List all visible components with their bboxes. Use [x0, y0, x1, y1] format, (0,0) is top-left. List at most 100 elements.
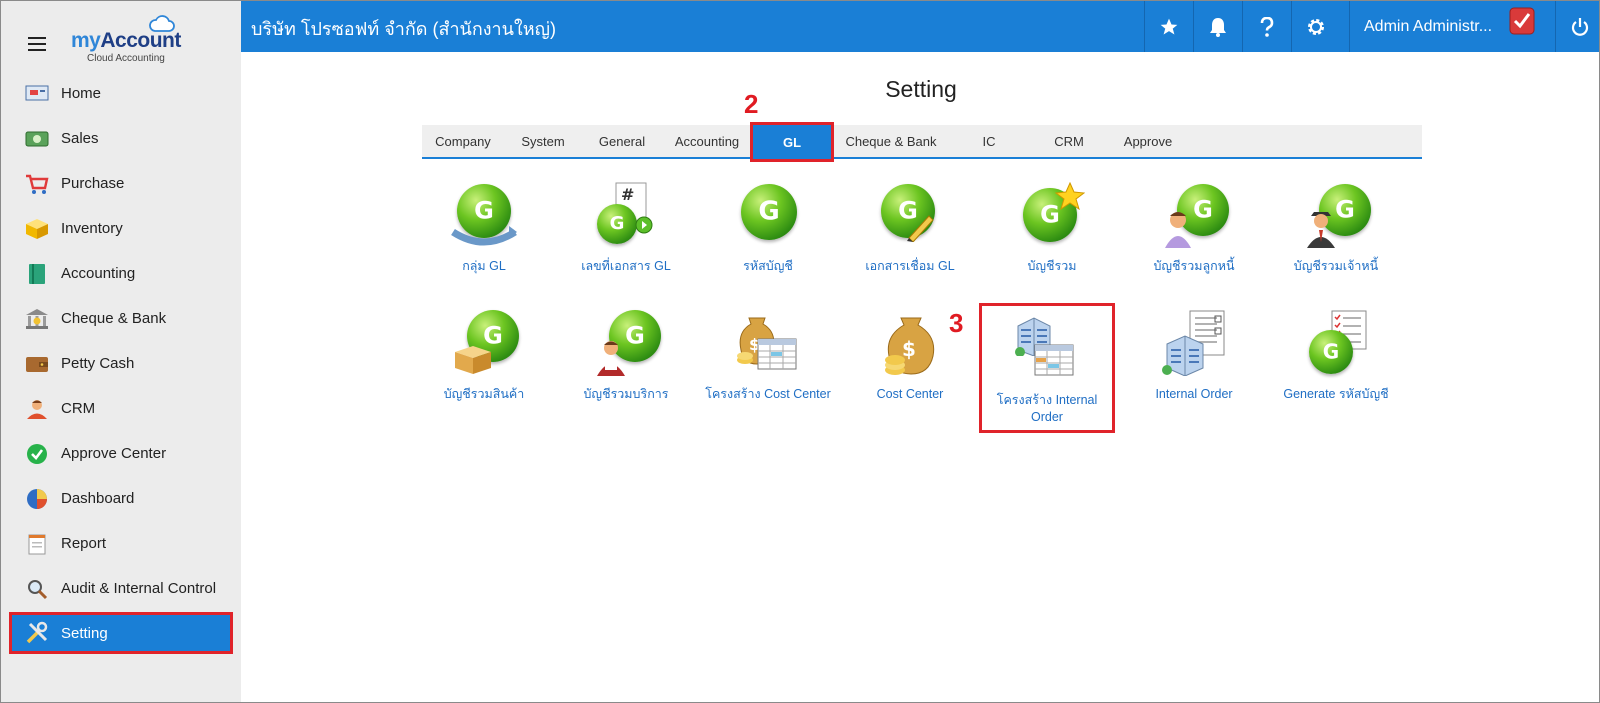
tab-cheque-bank[interactable]: Cheque & Bank [832, 125, 950, 157]
sidebar-item-label: Petty Cash [61, 355, 135, 372]
gl-doc-number-icon: # G [591, 182, 661, 252]
tile-label: เลขที่เอกสาร GL [581, 259, 671, 273]
app-window: myAccount Cloud Accounting Home Sales Pu… [0, 0, 1600, 703]
sidebar-item-label: Inventory [61, 220, 123, 237]
sidebar-item-crm[interactable]: CRM [1, 386, 241, 431]
book-icon [25, 262, 49, 286]
tile-label: รหัสบัญชี [743, 259, 793, 273]
sidebar-item-label: Purchase [61, 175, 125, 192]
tile-ap-control-account[interactable]: G บัญชีรวมเจ้าหนี้ [1271, 182, 1401, 275]
svg-text:$: $ [902, 337, 916, 361]
inventory-control-account-icon: G [449, 310, 519, 380]
tile-gl-link-doc[interactable]: G เอกสารเชื่อม GL [845, 182, 975, 275]
step-2-marker: 2 [744, 89, 759, 119]
tab-approve[interactable]: Approve [1110, 125, 1186, 157]
sidebar-item-cheque-bank[interactable]: Cheque & Bank [1, 296, 241, 341]
cost-center-icon: $ [875, 310, 945, 380]
tile-label: Internal Order [1155, 387, 1233, 401]
generate-account-code-icon: G [1301, 310, 1371, 380]
check-circle-icon [25, 442, 49, 466]
tab-general[interactable]: General [582, 125, 662, 157]
tile-label: Generate รหัสบัญชี [1283, 387, 1389, 401]
hamburger-menu-icon[interactable] [28, 37, 46, 51]
cost-center-structure-icon: $ [733, 310, 803, 380]
gl-group-icon: G [449, 182, 519, 252]
app-logo[interactable]: myAccount Cloud Accounting [71, 15, 191, 65]
tab-accounting[interactable]: Accounting [662, 125, 752, 157]
money-icon [25, 127, 49, 151]
power-icon [1571, 17, 1588, 36]
sidebar-item-label: Accounting [61, 265, 136, 282]
sidebar-item-label: Report [61, 535, 107, 552]
bank-icon [25, 307, 49, 331]
tile-label: บัญชีรวมบริการ [583, 387, 669, 401]
tools-icon [25, 621, 49, 645]
brand-my: my [71, 29, 101, 52]
tile-cost-center-structure[interactable]: $ โครงสร้าง Cost Center [703, 310, 833, 403]
tile-gl-group[interactable]: G กลุ่ม GL [419, 182, 549, 275]
report-icon [25, 532, 49, 556]
internal-order-structure-icon [1012, 316, 1082, 386]
sidebar-item-label: Audit & Internal Control [61, 580, 217, 597]
sidebar-item-audit[interactable]: Audit & Internal Control [1, 566, 241, 611]
help-button[interactable] [1242, 1, 1291, 52]
account-code-icon: G [733, 182, 803, 252]
svg-text:#: # [621, 185, 634, 204]
gear-icon [1307, 18, 1325, 35]
tile-account-code[interactable]: G รหัสบัญชี [703, 182, 833, 275]
notifications-button[interactable] [1193, 1, 1242, 52]
wallet-icon [25, 352, 49, 376]
sidebar-item-approve-center[interactable]: Approve Center [1, 431, 241, 476]
tab-ic[interactable]: IC [950, 125, 1028, 157]
tile-gl-doc-number[interactable]: # G เลขที่เอกสาร GL [561, 182, 691, 275]
tile-ar-control-account[interactable]: G บัญชีรวมลูกหนี้ [1129, 182, 1259, 275]
page-title: Setting [885, 76, 957, 102]
tile-internal-order-structure[interactable]: โครงสร้าง Internal Order [979, 303, 1115, 433]
pie-chart-icon [25, 487, 49, 511]
tile-control-account[interactable]: G บัญชีรวม [987, 182, 1117, 275]
box-icon [25, 217, 49, 241]
sidebar-item-label: Dashboard [61, 490, 135, 507]
sidebar-nav: Home Sales Purchase Inventory Accounting… [1, 71, 241, 654]
tile-service-control-account[interactable]: G บัญชีรวมบริการ [561, 310, 691, 403]
sidebar-item-purchase[interactable]: Purchase [1, 161, 241, 206]
tile-label: กลุ่ม GL [462, 259, 506, 273]
favorites-button[interactable] [1144, 1, 1193, 52]
magnifier-icon [25, 577, 49, 601]
tile-internal-order[interactable]: Internal Order [1129, 310, 1259, 403]
sidebar-item-label: Approve Center [61, 445, 167, 462]
control-account-icon: G [1017, 182, 1087, 252]
sidebar-item-setting[interactable]: Setting [9, 612, 233, 654]
gl-link-doc-icon: G [875, 182, 945, 252]
tile-label: บัญชีรวมลูกหนี้ [1153, 259, 1235, 273]
brand-account: Account [100, 29, 181, 52]
sidebar-item-inventory[interactable]: Inventory [1, 206, 241, 251]
company-name[interactable]: บริษัท โปรซอฟท์ จำกัด (สำนักงานใหญ่) [251, 14, 556, 43]
main-content: Setting 2 Company System General Account… [241, 52, 1599, 702]
sidebar-item-home[interactable]: Home [1, 71, 241, 116]
sidebar-item-label: Sales [61, 130, 99, 147]
sidebar-item-report[interactable]: Report [1, 521, 241, 566]
tab-company[interactable]: Company [422, 125, 504, 157]
sidebar-item-dashboard[interactable]: Dashboard [1, 476, 241, 521]
settings-button[interactable] [1291, 1, 1340, 52]
shield-check-icon[interactable] [1509, 6, 1535, 36]
top-bar: บริษัท โปรซอฟท์ จำกัด (สำนักงานใหญ่) Adm… [241, 1, 1599, 52]
sidebar-item-label: Home [61, 85, 102, 102]
sidebar-item-petty-cash[interactable]: Petty Cash [1, 341, 241, 386]
tile-label: เอกสารเชื่อม GL [865, 259, 955, 273]
settings-tabs: Company System General Accounting GL Che… [422, 122, 1422, 162]
tab-system[interactable]: System [504, 125, 582, 157]
internal-order-icon [1159, 310, 1229, 380]
sidebar-item-sales[interactable]: Sales [1, 116, 241, 161]
tab-crm[interactable]: CRM [1028, 125, 1110, 157]
tab-gl[interactable]: GL [750, 122, 834, 162]
ar-control-account-icon: G [1159, 182, 1229, 252]
sidebar: myAccount Cloud Accounting Home Sales Pu… [1, 1, 241, 702]
service-control-account-icon: G [591, 310, 661, 380]
sidebar-item-accounting[interactable]: Accounting [1, 251, 241, 296]
logout-button[interactable] [1555, 1, 1599, 52]
star-icon [1160, 18, 1178, 34]
tile-generate-account-code[interactable]: G Generate รหัสบัญชี [1271, 310, 1401, 403]
tile-inventory-control-account[interactable]: G บัญชีรวมสินค้า [419, 310, 549, 403]
